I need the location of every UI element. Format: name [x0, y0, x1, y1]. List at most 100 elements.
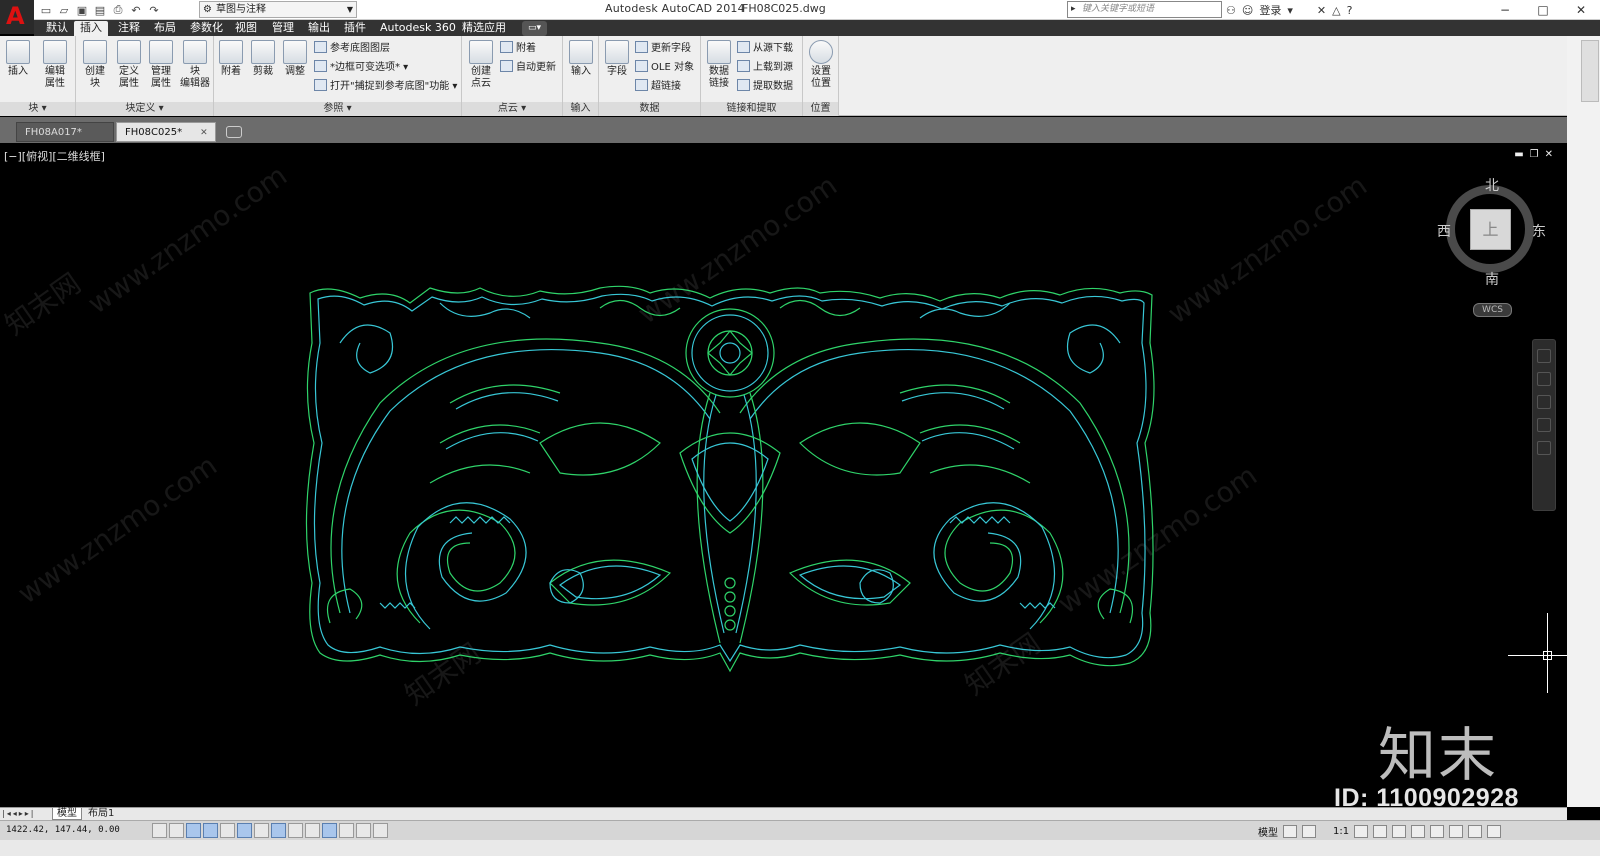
- tab-layout1[interactable]: 布局1: [84, 808, 118, 820]
- viewport-controls-label[interactable]: [−][俯视][二维线框]: [4, 148, 105, 164]
- update-fields-button[interactable]: 更新字段: [635, 41, 691, 57]
- viewcube[interactable]: 上 北 南 西 东: [1437, 175, 1550, 288]
- edit-attribute-button[interactable]: 编辑 属性: [38, 40, 72, 90]
- grid-toggle[interactable]: [186, 823, 201, 838]
- viewcube-top-face[interactable]: 上: [1470, 209, 1511, 250]
- set-location-button[interactable]: 设置 位置: [806, 40, 836, 90]
- otrack-toggle[interactable]: [271, 823, 286, 838]
- binoculars-icon[interactable]: ⚇: [1226, 4, 1236, 17]
- frames-vary-dropdown[interactable]: *边框可变选项* ▾: [314, 60, 408, 76]
- import-button[interactable]: 输入: [566, 40, 596, 78]
- application-status-icon[interactable]: [1468, 825, 1483, 838]
- maximize-button[interactable]: □: [1524, 0, 1562, 19]
- save-as-icon[interactable]: ▤: [92, 3, 108, 17]
- minimize-button[interactable]: −: [1486, 0, 1524, 19]
- showmotion-icon[interactable]: [1537, 441, 1551, 455]
- tab-model[interactable]: 模型: [52, 808, 82, 820]
- ortho-toggle[interactable]: [203, 823, 218, 838]
- zoom-extents-icon[interactable]: [1537, 395, 1551, 409]
- define-attributes-button[interactable]: 定义 属性: [114, 40, 144, 90]
- attach-button[interactable]: 附着: [216, 40, 246, 78]
- file-tab-active[interactable]: FH08C025* ✕: [116, 122, 216, 142]
- create-block-button[interactable]: 创建块: [80, 40, 110, 90]
- tab-annotate[interactable]: 注释: [112, 21, 146, 36]
- application-menu-button[interactable]: A: [0, 0, 34, 34]
- layout-tab-navigation[interactable]: |◂◂▸▸|: [2, 809, 35, 818]
- right-scrollbar[interactable]: [1567, 36, 1600, 807]
- wcs-menu[interactable]: WCS: [1473, 303, 1512, 317]
- point-cloud-attach-button[interactable]: 附着: [500, 41, 536, 57]
- compass-west[interactable]: 西: [1437, 221, 1451, 241]
- orbit-icon[interactable]: [1537, 418, 1551, 432]
- insert-button[interactable]: 插入: [4, 40, 32, 78]
- steering-wheel-icon[interactable]: [1537, 349, 1551, 363]
- triangle-icon[interactable]: △: [1332, 4, 1340, 17]
- tab-plugins[interactable]: 插件: [338, 21, 372, 36]
- tab-autodesk360[interactable]: Autodesk 360: [374, 21, 462, 36]
- auto-scale-icon[interactable]: [1373, 825, 1388, 838]
- annotation-visibility-icon[interactable]: [1354, 825, 1369, 838]
- undo-icon[interactable]: ↶: [128, 3, 144, 17]
- workspace-select[interactable]: ⚙ 草图与注释 ▼: [199, 1, 357, 18]
- minimize-viewport-icon[interactable]: ▬: [1514, 149, 1523, 160]
- tab-output[interactable]: 输出: [302, 21, 336, 36]
- manage-attributes-button[interactable]: 管理 属性: [146, 40, 176, 90]
- quick-view-drawings-icon[interactable]: [1302, 825, 1316, 838]
- panel-block-title[interactable]: 块 ▾: [0, 102, 75, 116]
- isolate-objects-icon[interactable]: [1449, 825, 1464, 838]
- dynamic-input-toggle[interactable]: [305, 823, 320, 838]
- exchange-icon[interactable]: ✕: [1317, 4, 1326, 17]
- upload-to-source-button[interactable]: 上载到源: [737, 60, 793, 76]
- tab-default[interactable]: 默认: [40, 21, 74, 36]
- redo-icon[interactable]: ↷: [146, 3, 162, 17]
- tab-view[interactable]: 视图: [229, 21, 263, 36]
- adjust-button[interactable]: 调整: [280, 40, 310, 78]
- tab-parametric[interactable]: 参数化: [184, 21, 229, 36]
- tab-layout[interactable]: 布局: [148, 21, 182, 36]
- new-file-icon[interactable]: ▭: [38, 3, 54, 17]
- save-icon[interactable]: ▣: [74, 3, 90, 17]
- download-from-source-button[interactable]: 从源下载: [737, 41, 793, 57]
- hardware-acceleration-icon[interactable]: [1430, 825, 1445, 838]
- auto-update-button[interactable]: 自动更新: [500, 60, 556, 76]
- file-tab[interactable]: FH08A017*: [16, 122, 114, 142]
- create-point-cloud-button[interactable]: 创建 点云: [466, 40, 496, 90]
- snap-to-underlay-dropdown[interactable]: 打开"捕捉到参考底图"功能 ▾: [314, 79, 457, 95]
- osnap-toggle[interactable]: [237, 823, 252, 838]
- quick-view-layouts-icon[interactable]: [1283, 825, 1297, 838]
- workspace-switching-icon[interactable]: [1392, 825, 1407, 838]
- restore-viewport-icon[interactable]: ❐: [1530, 149, 1539, 160]
- 3d-osnap-toggle[interactable]: [254, 823, 269, 838]
- drawing-canvas[interactable]: [−][俯视][二维线框] ▬ ❐ ✕ 知末网 www.znzmo.com ww…: [0, 143, 1567, 807]
- field-button[interactable]: 字段: [602, 40, 632, 78]
- close-tab-icon[interactable]: ✕: [200, 128, 208, 138]
- user-icon[interactable]: ☺: [1242, 4, 1253, 17]
- quick-properties-toggle[interactable]: [356, 823, 371, 838]
- compass-south[interactable]: 南: [1485, 269, 1499, 289]
- new-tab-button[interactable]: [226, 126, 242, 138]
- lineweight-toggle[interactable]: [322, 823, 337, 838]
- annotation-scale[interactable]: 1:1: [1333, 826, 1349, 837]
- ducs-toggle[interactable]: [288, 823, 303, 838]
- close-button[interactable]: ✕: [1562, 0, 1600, 19]
- infer-constraints-toggle[interactable]: [152, 823, 167, 838]
- data-link-button[interactable]: 数据 链接: [704, 40, 734, 90]
- compass-east[interactable]: 东: [1532, 221, 1546, 241]
- block-editor-button[interactable]: 块编辑器: [178, 40, 212, 90]
- coordinate-readout[interactable]: 1422.42, 147.44, 0.00: [6, 825, 120, 835]
- scrollbar-thumb[interactable]: [1581, 40, 1599, 102]
- tab-featured-apps[interactable]: 精选应用: [456, 21, 512, 36]
- panel-point-cloud-title[interactable]: 点云 ▾: [462, 102, 562, 116]
- compass-north[interactable]: 北: [1485, 175, 1499, 195]
- close-viewport-icon[interactable]: ✕: [1545, 149, 1553, 160]
- clean-screen-icon[interactable]: [1487, 825, 1502, 838]
- selection-cycling-toggle[interactable]: [373, 823, 388, 838]
- model-space-button[interactable]: 模型: [1258, 824, 1278, 839]
- polar-toggle[interactable]: [220, 823, 235, 838]
- print-icon[interactable]: ⎙: [110, 3, 126, 17]
- ole-object-button[interactable]: OLE 对象: [635, 60, 694, 76]
- login-link[interactable]: 登录: [1259, 2, 1281, 18]
- ribbon-toggle-icon[interactable]: ▭▾: [522, 21, 548, 36]
- open-file-icon[interactable]: ▱: [56, 3, 72, 17]
- help-icon[interactable]: ?: [1347, 4, 1353, 17]
